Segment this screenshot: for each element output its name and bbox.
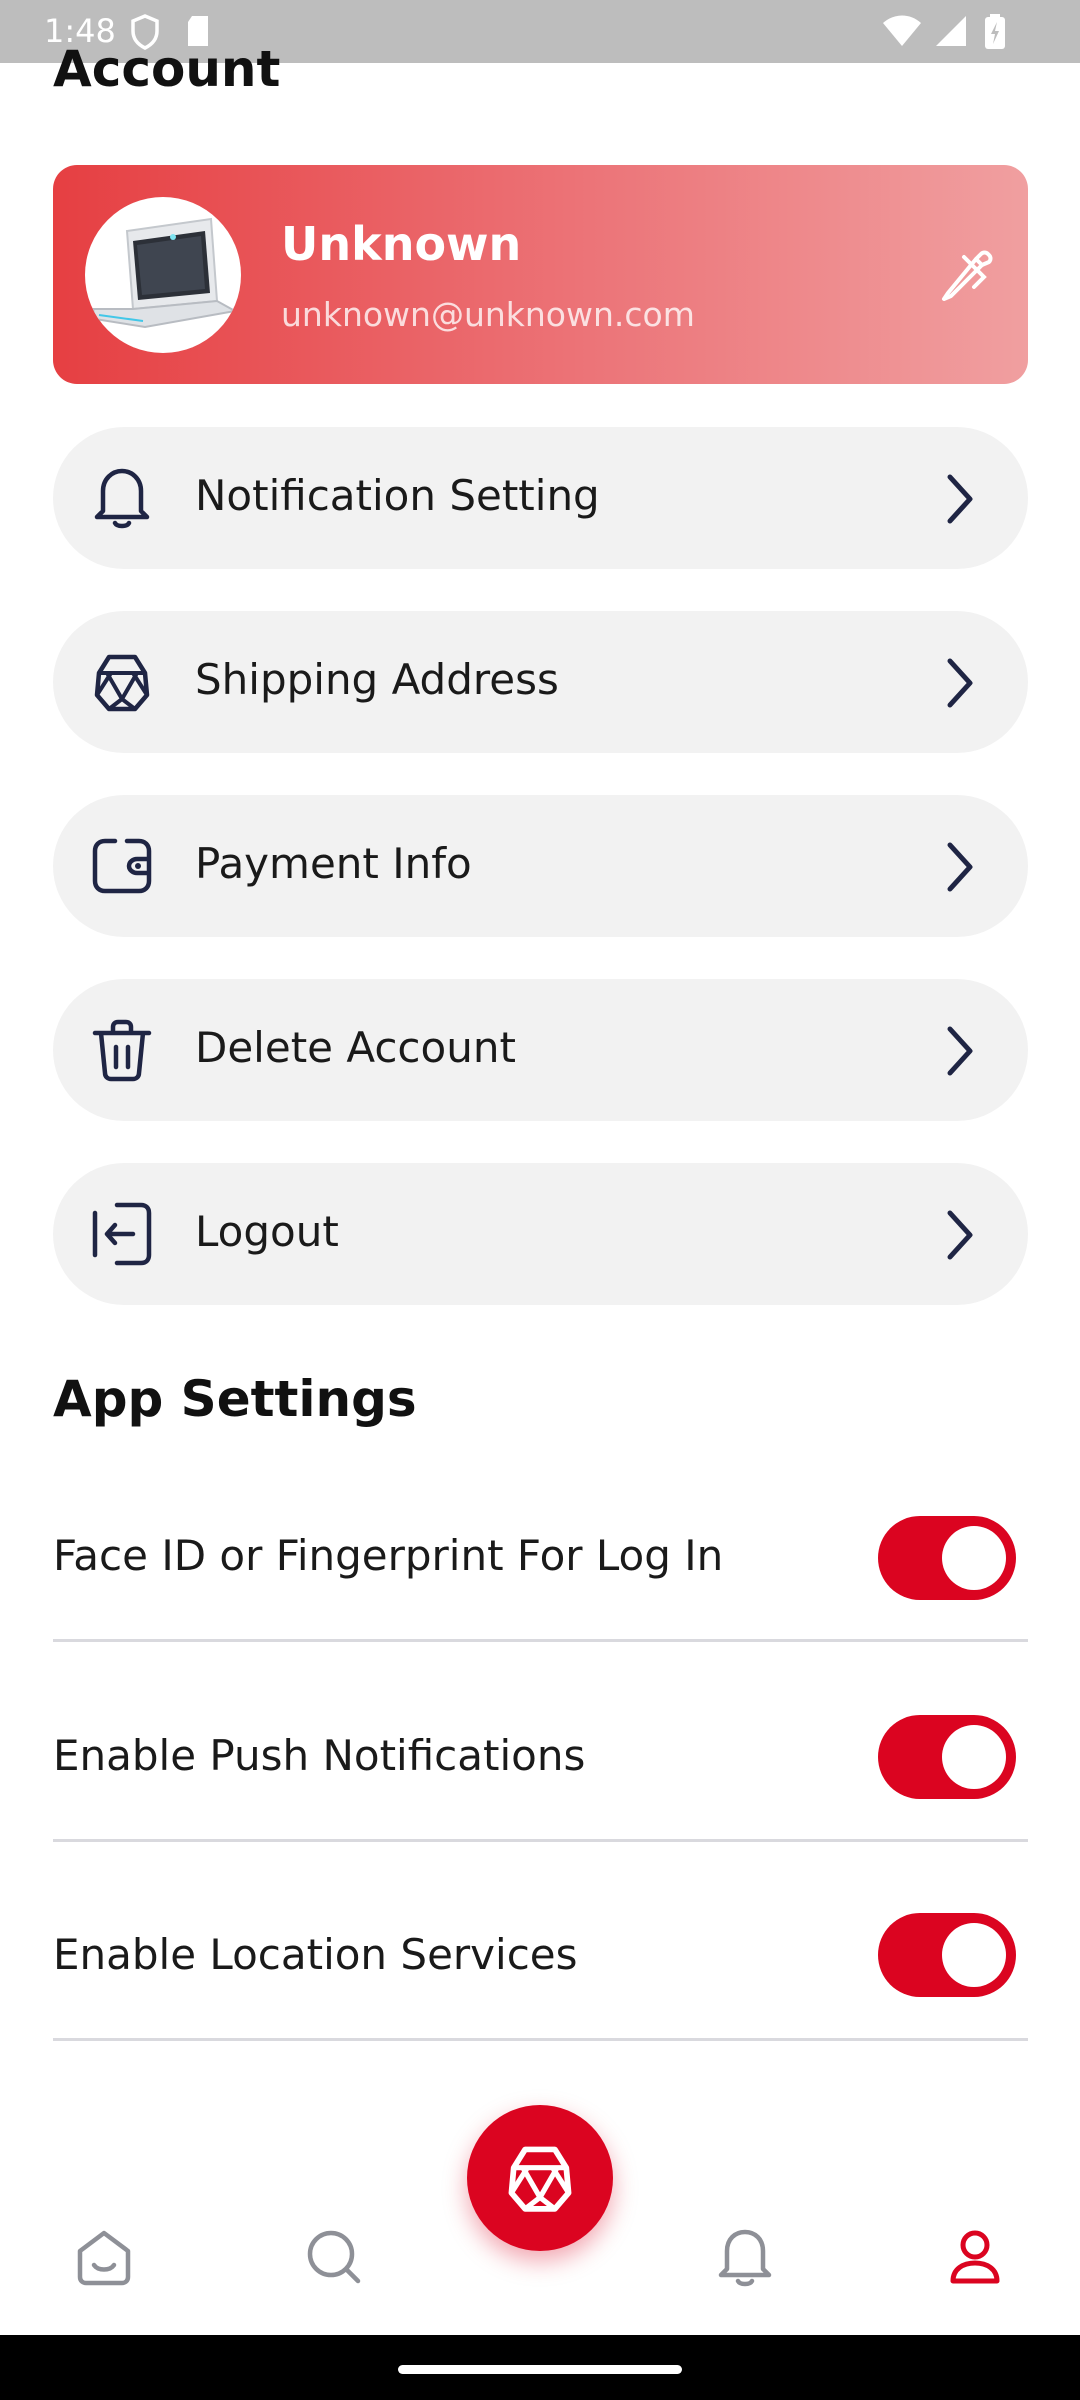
menu-item-label: Delete Account <box>195 1023 516 1072</box>
cellular-signal-icon <box>936 16 966 46</box>
location-services-toggle[interactable] <box>878 1913 1016 1997</box>
app-settings-title: App Settings <box>53 1370 417 1428</box>
trash-icon <box>92 1019 152 1082</box>
setting-row-push-notifications: Enable Push Notifications <box>53 1642 1028 1842</box>
menu-item-delete-account[interactable]: Delete Account <box>53 979 1028 1121</box>
toggle-knob <box>942 1526 1006 1590</box>
chevron-right-icon <box>947 658 973 708</box>
wifi-icon <box>883 15 921 46</box>
profile-icon[interactable] <box>943 2225 1007 2289</box>
setting-row-biometric-login: Face ID or Fingerprint For Log In <box>53 1442 1028 1642</box>
toggle-knob <box>942 1725 1006 1789</box>
search-icon[interactable] <box>302 2225 366 2289</box>
biometric-login-toggle[interactable] <box>878 1516 1016 1600</box>
laptop-image <box>91 217 238 329</box>
menu-item-label: Shipping Address <box>195 655 559 704</box>
bell-icon <box>94 468 150 529</box>
chevron-right-icon <box>947 1026 973 1076</box>
chevron-right-icon <box>947 1210 973 1260</box>
logout-icon <box>92 1202 152 1266</box>
home-icon[interactable] <box>72 2225 136 2289</box>
profile-email: unknown@unknown.com <box>281 295 695 334</box>
menu-item-notification-setting[interactable]: Notification Setting <box>53 427 1028 569</box>
basket-icon <box>508 2146 572 2212</box>
wallet-icon <box>92 838 152 894</box>
setting-label: Enable Push Notifications <box>53 1731 586 1780</box>
account-title: Account <box>53 40 281 98</box>
menu-item-payment-info[interactable]: Payment Info <box>53 795 1028 937</box>
setting-label: Face ID or Fingerprint For Log In <box>53 1531 724 1580</box>
menu-item-label: Payment Info <box>195 839 472 888</box>
menu-item-shipping-address[interactable]: Shipping Address <box>53 611 1028 753</box>
setting-row-location-services: Enable Location Services <box>53 1841 1028 2041</box>
chevron-right-icon <box>947 474 973 524</box>
chevron-right-icon <box>947 842 973 892</box>
profile-card[interactable]: Unknown unknown@unknown.com <box>53 165 1028 384</box>
avatar <box>85 197 241 353</box>
bell-icon[interactable] <box>713 2225 777 2289</box>
basket-icon <box>94 654 150 712</box>
battery-icon <box>985 14 1005 49</box>
setting-label: Enable Location Services <box>53 1930 578 1979</box>
push-notifications-toggle[interactable] <box>878 1715 1016 1799</box>
profile-name: Unknown <box>281 217 522 271</box>
toggle-knob <box>942 1923 1006 1987</box>
menu-item-logout[interactable]: Logout <box>53 1163 1028 1305</box>
menu-item-label: Logout <box>195 1207 339 1256</box>
menu-item-label: Notification Setting <box>195 471 600 520</box>
edit-icon[interactable] <box>934 243 998 307</box>
home-gesture-bar[interactable] <box>398 2365 682 2374</box>
cart-fab-button[interactable] <box>467 2105 613 2251</box>
